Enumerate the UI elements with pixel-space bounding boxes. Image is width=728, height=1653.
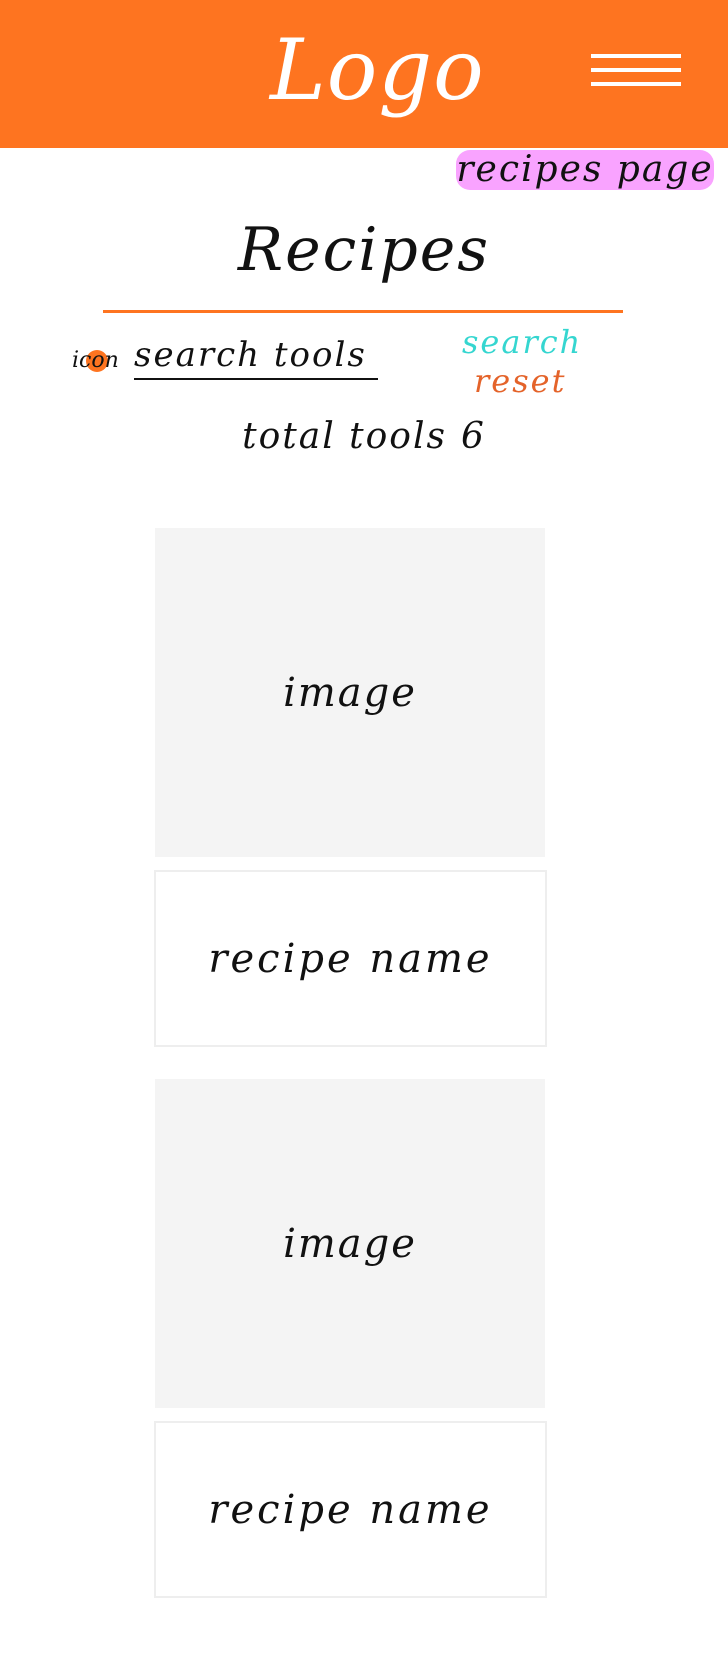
- reset-button[interactable]: reset: [474, 362, 566, 400]
- search-button[interactable]: search: [462, 322, 582, 362]
- recipe-name-box: recipe name: [154, 870, 547, 1047]
- total-tools-value: 6: [460, 416, 486, 457]
- recipe-image-placeholder: image: [155, 528, 545, 857]
- logo[interactable]: Logo: [270, 10, 484, 130]
- total-tools-label: total tools: [242, 416, 447, 457]
- search-icon-label: icon: [72, 348, 119, 373]
- page-tag: recipes page: [456, 149, 714, 190]
- recipe-name: recipe name: [208, 1486, 493, 1533]
- menu-line: [591, 54, 681, 58]
- menu-line: [591, 68, 681, 72]
- site-header: Logo: [0, 0, 728, 148]
- recipe-name: recipe name: [208, 935, 493, 982]
- recipe-image-label: image: [283, 1220, 417, 1267]
- recipe-image-placeholder: image: [155, 1079, 545, 1408]
- title-divider: [103, 310, 623, 313]
- total-tools-count: total tools 6: [214, 412, 514, 462]
- hamburger-menu-icon[interactable]: [585, 48, 685, 94]
- page-title: Recipes: [237, 215, 491, 285]
- recipe-name-box: recipe name: [154, 1421, 547, 1598]
- menu-line: [591, 82, 681, 86]
- recipe-image-label: image: [283, 669, 417, 716]
- search-input[interactable]: [134, 332, 378, 380]
